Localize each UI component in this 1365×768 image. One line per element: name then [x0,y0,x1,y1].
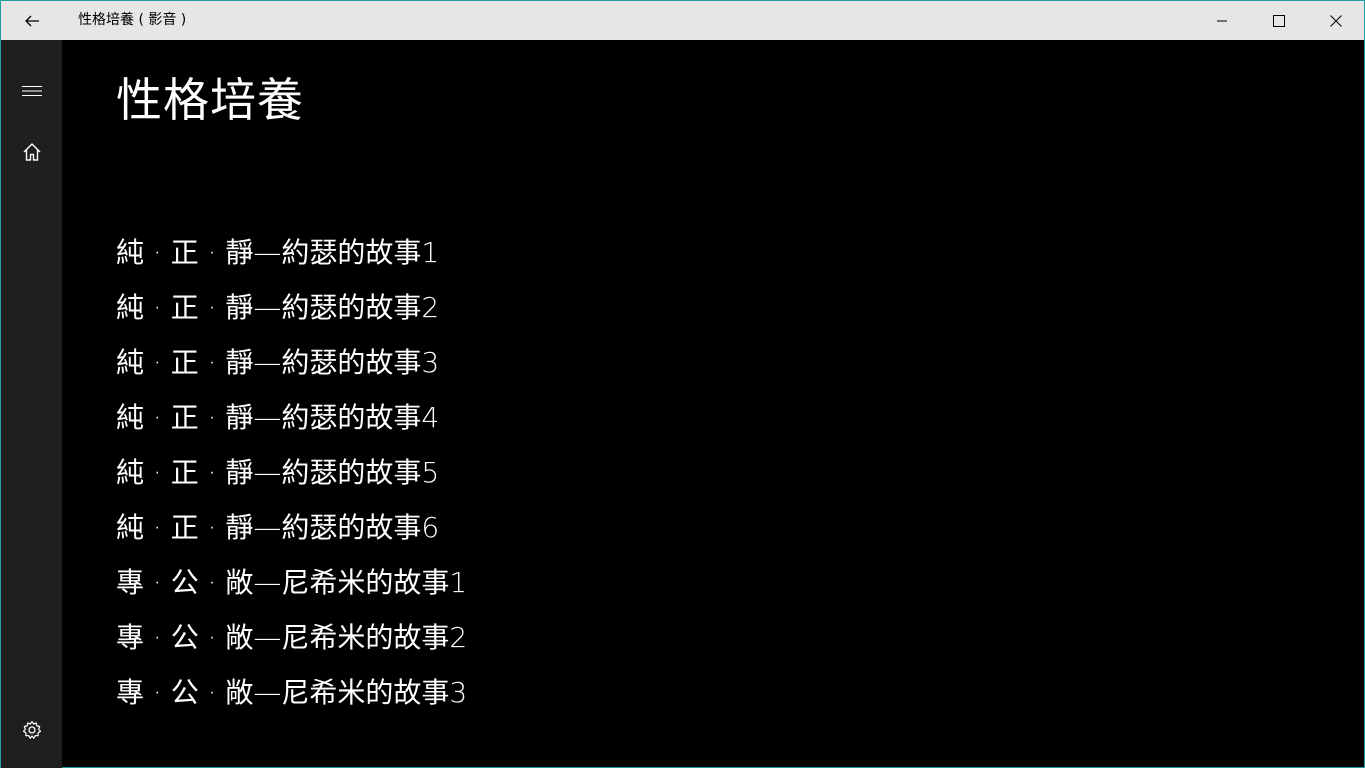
minimize-icon [1216,20,1227,21]
list-item[interactable]: 純 · 正 · 靜—約瑟的故事1 [116,230,816,285]
window-title: 性格培養 ( 影音 ) [78,12,187,28]
video-list: 純 · 正 · 靜—約瑟的故事1 純 · 正 · 靜—約瑟的故事2 純 · 正 … [116,230,816,725]
list-item[interactable]: 專 · 公 · 敞—尼希米的故事1 [116,560,816,615]
main-content: 性格培養 純 · 正 · 靜—約瑟的故事1 純 · 正 · 靜—約瑟的故事2 純… [62,40,1364,767]
maximize-icon [1272,14,1285,27]
list-item[interactable]: 純 · 正 · 靜—約瑟的故事6 [116,505,816,560]
list-item[interactable]: 純 · 正 · 靜—約瑟的故事4 [116,395,816,450]
back-button[interactable] [1,1,62,40]
hamburger-menu-icon [21,86,42,96]
title-bar: 性格培養 ( 影音 ) [1,1,1364,40]
list-item[interactable]: 純 · 正 · 靜—約瑟的故事2 [116,285,816,340]
maximize-button[interactable] [1250,1,1307,40]
settings-button[interactable] [1,706,62,754]
navigation-pane [1,40,62,768]
app-window: 性格培養 ( 影音 ) 性格培養 純 · 正 · 靜—約瑟的故事1 純 · 正 … [0,0,1365,768]
list-item[interactable]: 專 · 公 · 敞—尼希米的故事2 [116,615,816,670]
home-button[interactable] [1,128,62,176]
list-item[interactable]: 純 · 正 · 靜—約瑟的故事3 [116,340,816,395]
arrow-left-icon [24,15,39,26]
gear-icon [22,720,41,739]
home-icon [23,143,40,161]
hamburger-menu-button[interactable] [1,67,62,115]
minimize-button[interactable] [1193,1,1250,40]
list-item[interactable]: 純 · 正 · 靜—約瑟的故事5 [116,450,816,505]
list-item[interactable]: 專 · 公 · 敞—尼希米的故事3 [116,670,816,725]
page-title: 性格培養 [116,73,304,127]
close-button[interactable] [1307,1,1364,40]
close-icon [1329,14,1342,27]
